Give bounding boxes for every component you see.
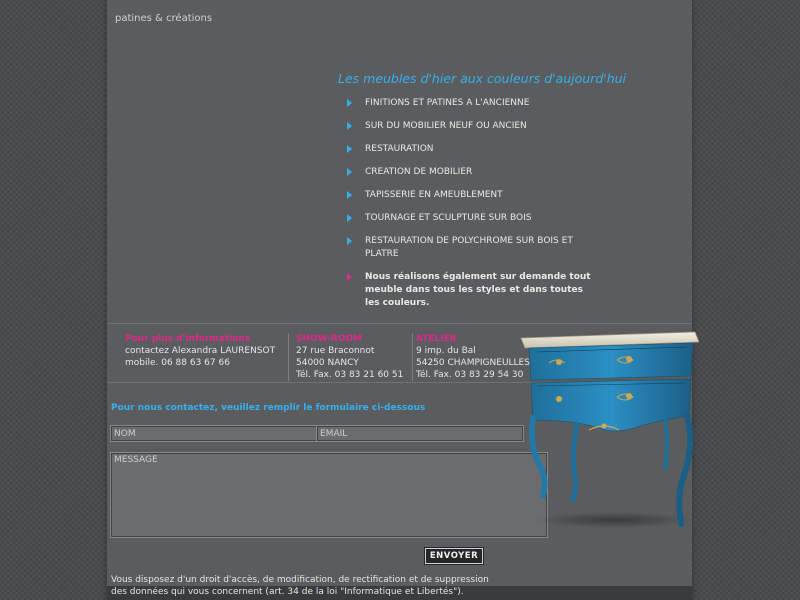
divider [107, 323, 692, 324]
furniture-image [520, 331, 699, 528]
service-label: FINITIONS ET PATINES A L'ANCIENNE [365, 98, 530, 108]
service-item: TAPISSERIE EN AMEUBLEMENT [345, 189, 595, 202]
service-item: FINITIONS ET PATINES A L'ANCIENNE [345, 97, 595, 110]
showroom-info: SHOW-ROOM 27 rue Braconnot 54000 NANCY T… [288, 333, 410, 381]
legal-notice: Vous disposez d'un droit d'accès, de mod… [111, 575, 489, 597]
arrow-right-icon [347, 191, 352, 199]
arrow-right-icon [347, 273, 352, 281]
contact-info-line: mobile. 06 88 63 67 66 [125, 358, 230, 368]
services-list: FINITIONS ET PATINES A L'ANCIENNE SUR DU… [345, 96, 595, 310]
message-textarea[interactable] [110, 452, 548, 538]
service-label: Nous réalisons également sur demande tou… [365, 272, 591, 308]
arrow-right-icon [347, 145, 352, 153]
service-label: RESTAURATION DE POLYCHROME SUR BOIS ET P… [365, 236, 573, 259]
email-input[interactable] [316, 425, 524, 442]
service-item-special: Nous réalisons également sur demande tou… [345, 271, 595, 310]
service-label: CREATION DE MOBILIER [365, 167, 473, 177]
service-label: SUR DU MOBILIER NEUF OU ANCIEN [365, 121, 527, 131]
arrow-right-icon [347, 168, 352, 176]
contact-info: Pour plus d'informations contactez Alexa… [125, 333, 277, 369]
arrow-right-icon [347, 237, 352, 245]
brand-name: patines & créations [115, 13, 213, 24]
arrow-right-icon [347, 122, 352, 130]
service-label: RESTAURATION [365, 144, 434, 154]
name-input[interactable] [110, 425, 318, 442]
contact-info-title: Pour plus d'informations [125, 334, 251, 344]
service-item: SUR DU MOBILIER NEUF OU ANCIEN [345, 120, 595, 133]
form-title: Pour nous contactez, veuillez remplir le… [111, 403, 426, 413]
arrow-right-icon [347, 99, 352, 107]
service-item: TOURNAGE ET SCULPTURE SUR BOIS [345, 212, 595, 225]
service-label: TOURNAGE ET SCULPTURE SUR BOIS [365, 213, 532, 223]
service-item: RESTAURATION DE POLYCHROME SUR BOIS ET P… [345, 235, 595, 261]
showroom-line: 54000 NANCY [296, 358, 359, 368]
tagline: Les meubles d'hier aux couleurs d'aujour… [338, 71, 627, 86]
send-button[interactable]: ENVOYER [424, 547, 484, 565]
service-item: CREATION DE MOBILIER [345, 166, 595, 179]
service-item: RESTAURATION [345, 143, 595, 156]
arrow-right-icon [347, 214, 352, 222]
service-label: TAPISSERIE EN AMEUBLEMENT [365, 190, 503, 200]
showroom-line: Tél. Fax. 03 83 21 60 51 [296, 370, 404, 380]
showroom-line: 27 rue Braconnot [296, 346, 375, 356]
contact-info-line: contactez Alexandra LAURENSOT [125, 346, 276, 356]
showroom-title: SHOW-ROOM [296, 334, 363, 344]
